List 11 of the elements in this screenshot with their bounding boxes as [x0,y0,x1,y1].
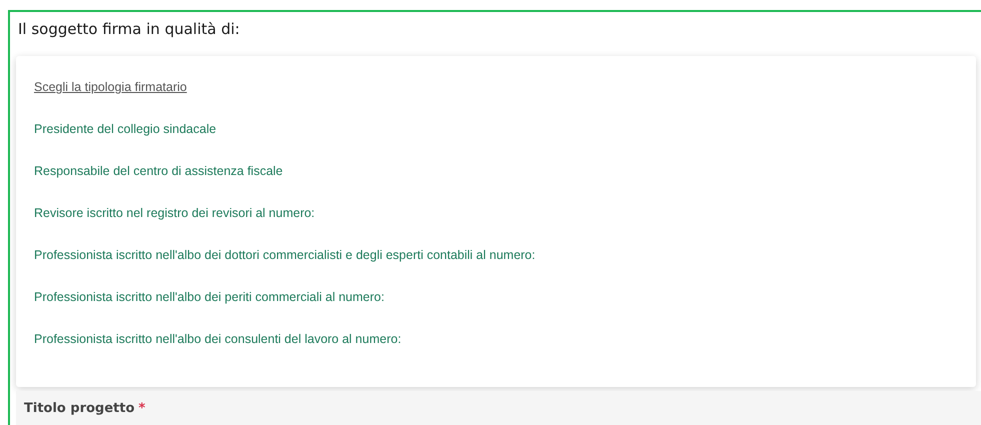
dropdown-option[interactable]: Presidente del collegio sindacale [16,121,976,163]
required-mark: * [138,401,146,416]
dropdown-option[interactable]: Professionista iscritto nell'albo dei consulenti del lavoro al numero: [16,331,976,373]
dropdown-option[interactable]: Professionista iscritto nell'albo dei periti commerciali al numero: [16,289,976,331]
dropdown-option[interactable]: Responsabile del centro di assistenza fiscale [16,163,976,205]
dropdown-option[interactable]: Revisore iscritto nel registro dei revisori al numero: [16,205,976,247]
section-heading: Il soggetto firma in qualità di: [17,19,241,40]
title-input-field[interactable]: Titolo progetto * [16,391,981,425]
dropdown-option[interactable]: Professionista iscritto nell'albo dei dottori commercialisti e degli esperti contabili al numero: [16,247,976,289]
field-label: Titolo progetto [24,401,135,416]
dropdown-option[interactable]: Scegli la tipologia firmatario [16,79,976,121]
